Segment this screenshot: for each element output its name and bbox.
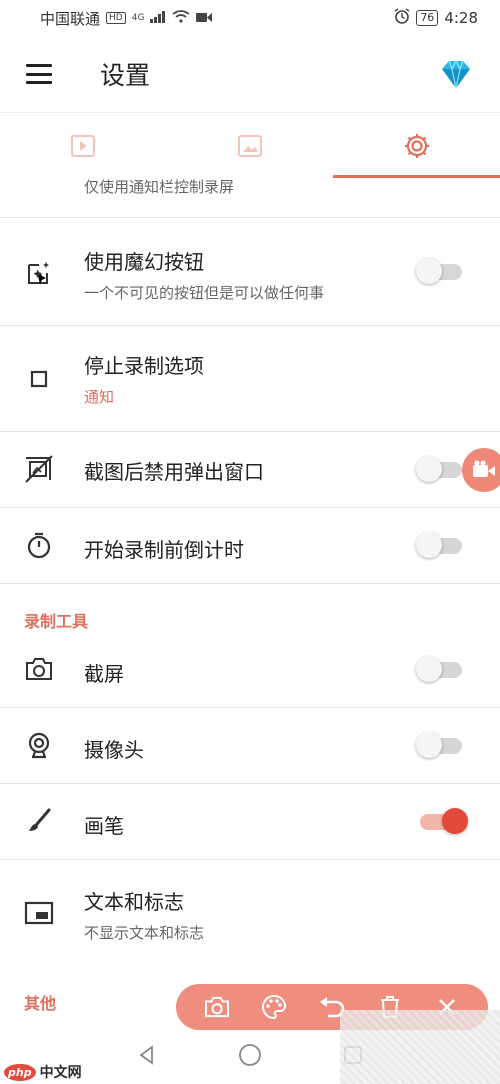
- battery-indicator: 76: [416, 10, 439, 26]
- text-logo-icon: [24, 898, 54, 928]
- video-camera-icon: [473, 460, 495, 477]
- brush-toggle[interactable]: [420, 808, 468, 834]
- row-title: 截屏: [84, 662, 124, 686]
- watermark-overlay: [340, 1010, 500, 1084]
- row-title: 文本和标志: [84, 890, 184, 914]
- tab-settings[interactable]: [333, 113, 500, 178]
- hamburger-icon[interactable]: [26, 64, 52, 84]
- magic-button-toggle[interactable]: [416, 258, 462, 284]
- row-subtitle: 一个不可见的按钮但是可以做任何事: [84, 284, 325, 302]
- floating-record-button[interactable]: [462, 448, 500, 492]
- section-header-other: 其他: [24, 994, 57, 1013]
- row-title: 摄像头: [84, 738, 144, 762]
- watermark-logo: php: [4, 1063, 36, 1081]
- tab-bar: [0, 112, 500, 178]
- text-logo-tool-row[interactable]: 文本和标志 不显示文本和标志: [0, 860, 500, 966]
- palette-icon[interactable]: [258, 991, 290, 1023]
- tab-videos[interactable]: [0, 113, 167, 178]
- video-icon: [71, 134, 96, 157]
- countdown-row[interactable]: 开始录制前倒计时: [0, 508, 500, 584]
- carrier-label: 中国联通: [40, 9, 101, 28]
- back-icon[interactable]: [136, 1044, 158, 1070]
- screen-record-icon: [196, 9, 213, 27]
- notification-control-row[interactable]: 仅使用通知栏控制录屏: [0, 178, 500, 218]
- stop-recording-options-row[interactable]: 停止录制选项 通知: [0, 326, 500, 432]
- disable-popup-toggle[interactable]: [416, 456, 462, 482]
- row-title: 截图后禁用弹出窗口: [84, 460, 264, 484]
- home-icon[interactable]: [238, 1043, 262, 1071]
- camera-icon[interactable]: [201, 991, 233, 1023]
- row-title: 画笔: [84, 814, 124, 838]
- wifi-icon: [172, 9, 190, 27]
- brush-icon: [24, 806, 54, 836]
- gear-icon: [404, 133, 429, 158]
- section-header-tools: 录制工具: [24, 612, 89, 631]
- countdown-toggle[interactable]: [416, 532, 462, 558]
- row-title: 停止录制选项: [84, 354, 204, 378]
- camera-icon: [24, 654, 54, 684]
- timer-icon: [24, 530, 54, 560]
- hd-badge: HD: [106, 12, 126, 24]
- magic-button-icon: [24, 258, 54, 288]
- brush-tool-row[interactable]: 画笔: [0, 784, 500, 860]
- signal-icon: [150, 9, 166, 27]
- no-popup-icon: [24, 454, 54, 484]
- row-subtitle: 不显示文本和标志: [84, 924, 205, 942]
- webcam-icon: [24, 730, 54, 760]
- diamond-icon[interactable]: [438, 56, 474, 92]
- webcam-toggle[interactable]: [416, 732, 462, 758]
- status-bar: 中国联通 HD 4G 76 4:28: [0, 0, 500, 36]
- watermark-text: 中文网: [39, 1065, 82, 1081]
- webcam-tool-row[interactable]: 摄像头: [0, 708, 500, 784]
- row-title: 使用魔幻按钮: [84, 250, 204, 274]
- screenshot-toggle[interactable]: [416, 656, 462, 682]
- row-subtitle: 通知: [84, 388, 115, 406]
- network-type: 4G: [131, 13, 145, 23]
- app-bar: 设置: [0, 36, 500, 112]
- alarm-icon: [394, 8, 410, 28]
- screenshot-tool-row[interactable]: 截屏: [0, 632, 500, 708]
- square-icon: [24, 364, 54, 394]
- tab-images[interactable]: [167, 113, 334, 178]
- row-subtitle: 仅使用通知栏控制录屏: [84, 178, 235, 196]
- row-title: 开始录制前倒计时: [84, 538, 244, 562]
- image-icon: [238, 134, 262, 157]
- watermark: php 中文网: [4, 1062, 82, 1082]
- magic-button-row[interactable]: 使用魔幻按钮 一个不可见的按钮但是可以做任何事: [0, 218, 500, 326]
- clock: 4:28: [444, 9, 478, 27]
- disable-popup-row[interactable]: 截图后禁用弹出窗口: [0, 432, 500, 508]
- page-title: 设置: [100, 61, 151, 90]
